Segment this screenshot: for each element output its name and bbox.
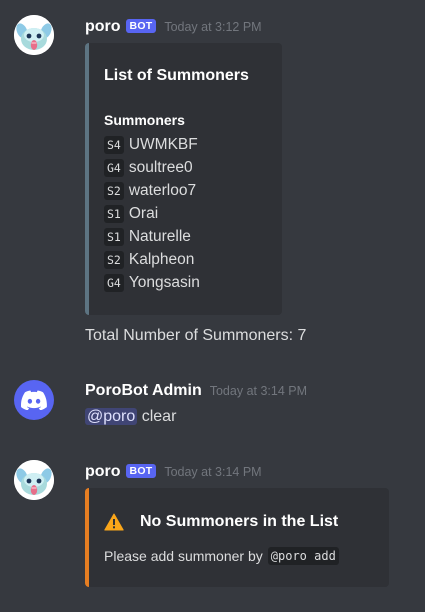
summoner-name: Yongsasin — [128, 274, 200, 291]
embed-title: List of Summoners — [104, 67, 249, 84]
poro-mascot-icon — [14, 460, 54, 500]
timestamp[interactable]: Today at 3:12 PM — [164, 20, 261, 34]
message-content: @poro clear — [85, 408, 176, 426]
poro-avatar[interactable] — [14, 15, 54, 55]
summoner-row: S4 UWMKBF — [104, 134, 198, 156]
embed-title: No Summoners in the List — [140, 513, 339, 530]
embed-field-name: Summoners — [104, 112, 185, 128]
tier-badge: S1 — [104, 228, 124, 246]
summoner-row: G4 Yongsasin — [104, 272, 200, 294]
summoner-row: S2 waterloo7 — [104, 180, 196, 202]
summoner-row: S1 Orai — [104, 203, 158, 225]
no-summoners-embed: No Summoners in the List Please add summ… — [85, 488, 389, 587]
discord-logo-icon — [21, 390, 47, 410]
admin-avatar[interactable] — [14, 380, 54, 420]
tier-badge: G4 — [104, 159, 124, 177]
summoner-name: Orai — [128, 205, 159, 222]
summoner-count-text: Total Number of Summoners: 7 — [85, 327, 307, 344]
summoner-name: soultree0 — [128, 159, 193, 176]
summoner-list-embed: List of Summoners Summoners S4 UWMKBF G4… — [85, 43, 282, 315]
summoner-name: waterloo7 — [128, 182, 197, 199]
tier-badge: G4 — [104, 274, 124, 292]
bot-tag: BOT — [125, 19, 157, 33]
tier-badge: S4 — [104, 136, 124, 154]
tier-badge: S2 — [104, 182, 124, 200]
timestamp[interactable]: Today at 3:14 PM — [210, 384, 307, 398]
command-code: @poro add — [267, 547, 339, 565]
summoner-name: UWMKBF — [128, 136, 198, 153]
description-text: Please add summoner by — [104, 548, 263, 564]
tier-badge: S1 — [104, 205, 124, 223]
summoner-row: S1 Naturelle — [104, 226, 191, 248]
username[interactable]: poro — [85, 18, 121, 36]
summoner-row: G4 soultree0 — [104, 157, 193, 179]
timestamp[interactable]: Today at 3:14 PM — [164, 465, 261, 479]
user-mention[interactable]: @poro — [85, 408, 138, 425]
username[interactable]: PoroBot Admin — [85, 382, 202, 400]
summoner-row: S2 Kalpheon — [104, 249, 194, 271]
tier-badge: S2 — [104, 251, 124, 269]
username[interactable]: poro — [85, 463, 121, 481]
warning-icon — [104, 513, 124, 531]
summoner-name: Kalpheon — [128, 251, 195, 268]
bot-tag: BOT — [125, 464, 157, 478]
summoner-name: Naturelle — [128, 228, 191, 245]
embed-description: Please add summoner by @poro add — [104, 547, 339, 565]
message-text: clear — [141, 408, 177, 425]
poro-avatar[interactable] — [14, 460, 54, 500]
poro-mascot-icon — [14, 15, 54, 55]
